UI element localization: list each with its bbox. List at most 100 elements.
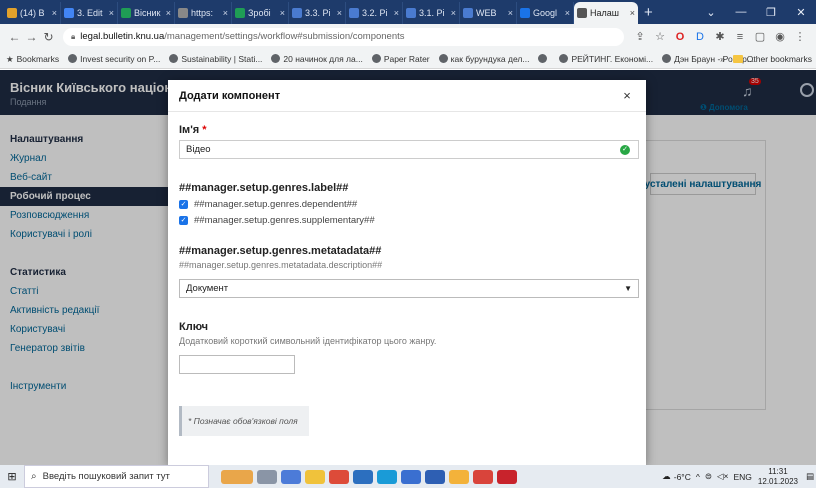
app-icon-4[interactable] <box>449 469 469 484</box>
modal-header: Додати компонент × <box>168 80 646 112</box>
notifications-center-icon[interactable]: ▤ <box>806 471 814 482</box>
bookmark-label: РЕЙТИНГ. Економі... <box>571 53 654 64</box>
side-panel-icon[interactable]: ▢ <box>750 30 770 43</box>
forward-button[interactable]: → <box>23 30 40 44</box>
store-icon[interactable] <box>425 469 445 484</box>
dependent-checkbox-row[interactable]: ✓ ##manager.setup.genres.dependent## <box>179 197 635 211</box>
puzzle-icon[interactable]: ✱ <box>710 30 730 43</box>
app-icon-5[interactable] <box>473 469 493 484</box>
metadata-select[interactable]: Документ ▼ <box>179 279 639 298</box>
tab-close-icon[interactable]: × <box>565 8 570 18</box>
globe-icon <box>271 54 281 63</box>
url-input[interactable]: 🔒︎ legal.bulletin.knu.ua /management/set… <box>63 27 624 46</box>
bookmark-item[interactable]: Paper Rater <box>371 54 430 64</box>
bookmarks-star[interactable]: ★ Bookmarks <box>6 54 59 65</box>
globe-icon <box>538 54 548 63</box>
clock-time: 11:31 <box>768 466 788 476</box>
language-indicator[interactable]: ENG <box>734 472 752 482</box>
bookmark-item[interactable]: РЕЙТИНГ. Економі... <box>559 54 653 64</box>
name-field[interactable]: Відео ✓ <box>179 140 639 159</box>
reload-button[interactable]: ↻ <box>40 30 57 44</box>
taskbar-search-placeholder: Введіть пошуковий запит тут <box>42 471 170 482</box>
bookmark-item[interactable]: Sustainability | Stati... <box>169 54 262 64</box>
close-icon[interactable]: × <box>620 88 634 103</box>
windows-start-icon[interactable]: ⊞ <box>0 470 24 483</box>
clock[interactable]: 11:31 12.01.2023 <box>758 467 798 487</box>
tab-close-icon[interactable]: × <box>280 8 285 18</box>
bookmark-item[interactable]: 20 начинок для ла... <box>271 54 363 64</box>
app-icon-1[interactable] <box>281 469 301 484</box>
tab-close-icon[interactable]: × <box>337 8 342 18</box>
profile-avatar[interactable]: ◉ <box>770 30 790 43</box>
tab-close-icon[interactable]: × <box>109 8 114 18</box>
dependent-checkbox[interactable]: ✓ <box>179 199 188 209</box>
browser-tab[interactable]: Вісник × <box>118 2 175 24</box>
bookmark-item[interactable]: Invest security on P... <box>68 54 160 64</box>
reading-list-icon[interactable]: ≡ <box>730 31 750 43</box>
opera-extension-icon[interactable]: O <box>670 31 690 43</box>
tab-close-icon[interactable]: × <box>451 8 456 18</box>
name-label-text: Ім'я <box>179 124 200 136</box>
close-window-button[interactable]: ✕ <box>786 6 816 19</box>
key-field[interactable] <box>179 355 295 374</box>
browser-tab[interactable]: WEB × <box>460 2 517 24</box>
tab-close-icon[interactable]: × <box>394 8 399 18</box>
browser-tab[interactable]: Налаш × <box>574 2 638 24</box>
tab-close-icon[interactable]: × <box>508 8 513 18</box>
weather-temp[interactable]: -6°C <box>674 472 691 482</box>
chrome-icon[interactable] <box>329 469 349 484</box>
other-bookmarks[interactable]: Other bookmarks <box>747 54 812 64</box>
bookmark-item[interactable]: как бурундука дел... <box>438 54 529 64</box>
key-label: Ключ <box>179 321 209 333</box>
bookmark-label: Invest security on P... <box>80 53 161 64</box>
tab-close-icon[interactable]: × <box>630 8 635 18</box>
valid-check-icon: ✓ <box>620 145 630 155</box>
taskbar-apps <box>219 469 519 484</box>
window-controls: ⌄ — ❐ ✕ <box>696 0 816 24</box>
tab-close-icon[interactable]: × <box>166 8 171 18</box>
share-icon[interactable]: ⇪ <box>630 30 650 43</box>
tab-favicon-icon <box>121 8 131 18</box>
minimize-button[interactable]: — <box>726 6 756 18</box>
tab-close-icon[interactable]: × <box>52 8 57 18</box>
supplementary-label: ##manager.setup.genres.supplementary## <box>194 214 375 226</box>
new-tab-button[interactable]: + <box>644 2 653 24</box>
browser-tab[interactable]: https: × <box>175 2 232 24</box>
browser-tab[interactable]: 3.3. Рі × <box>289 2 346 24</box>
menu-icon[interactable]: ⋮ <box>790 30 810 43</box>
tab-search-icon[interactable]: ⌄ <box>696 6 726 19</box>
cloud-icon: ☁ <box>662 471 671 481</box>
bookmark-star-icon[interactable]: ☆ <box>650 30 670 43</box>
globe-icon <box>68 54 78 63</box>
extension-icon[interactable]: D <box>690 31 710 43</box>
bookmarks-bar: ★ Bookmarks Invest security on P... Sustain… <box>0 49 816 69</box>
task-view-icon[interactable] <box>257 469 277 484</box>
bookmark-item[interactable] <box>538 54 550 64</box>
edge-icon[interactable] <box>377 469 397 484</box>
browser-tab[interactable]: 3.1. Рі × <box>403 2 460 24</box>
browser-tab[interactable]: (14) B × <box>4 2 61 24</box>
acrobat-icon[interactable] <box>497 469 517 484</box>
maximize-button[interactable]: ❐ <box>756 6 786 19</box>
url-host: legal.bulletin.knu.ua <box>80 31 165 42</box>
chevron-up-icon[interactable]: ^ <box>696 472 700 482</box>
back-button[interactable]: ← <box>6 30 23 44</box>
browser-tab[interactable]: Зробі × <box>232 2 289 24</box>
browser-tab[interactable]: 3. Edit × <box>61 2 118 24</box>
taskbar-search[interactable]: ⌕ Введіть пошуковий запит тут <box>24 465 209 488</box>
weather-widget-icon[interactable] <box>221 469 253 484</box>
browser-tab[interactable]: 3.2. Рі × <box>346 2 403 24</box>
more-bookmarks-icon[interactable]: » <box>720 54 725 64</box>
supplementary-checkbox[interactable]: ✓ <box>179 215 188 225</box>
network-icon[interactable]: ⊜ <box>705 471 712 482</box>
tab-label: https: <box>191 8 214 18</box>
tab-label: Googl <box>533 8 558 18</box>
tab-close-icon[interactable]: × <box>223 8 228 18</box>
browser-tab[interactable]: Googl × <box>517 2 574 24</box>
app-icon-2[interactable] <box>353 469 373 484</box>
app-icon-3[interactable] <box>401 469 421 484</box>
page: Вісник Київського національн Подання ♫ 35… <box>0 70 816 465</box>
volume-icon[interactable]: ◁× <box>717 471 729 482</box>
supplementary-checkbox-row[interactable]: ✓ ##manager.setup.genres.supplementary## <box>179 213 635 227</box>
file-explorer-icon[interactable] <box>305 469 325 484</box>
